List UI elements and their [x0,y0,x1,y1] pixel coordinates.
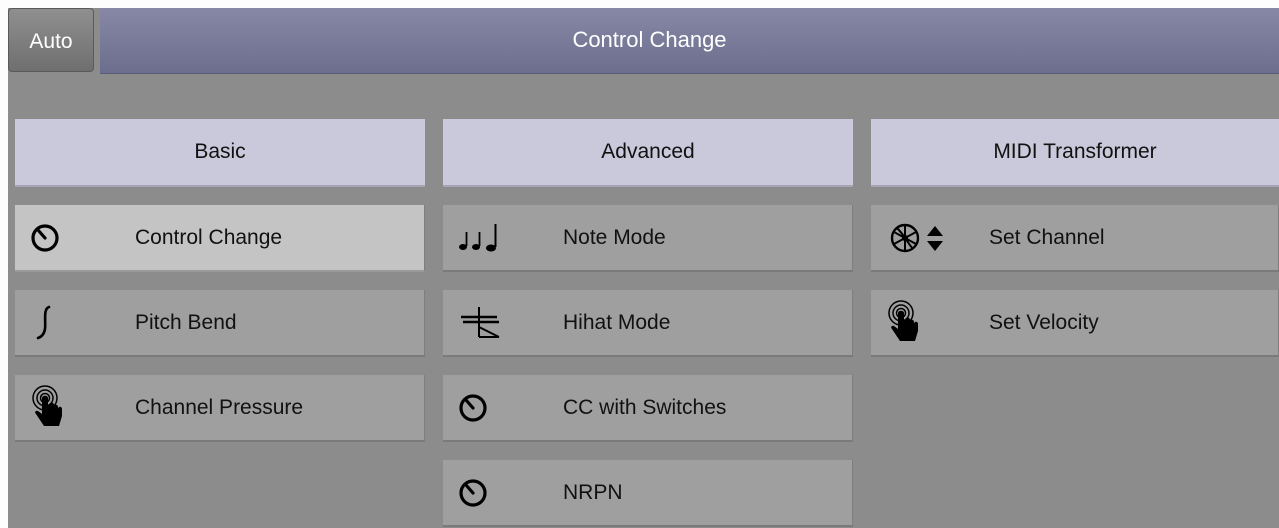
note-mode-button[interactable]: Note Mode [443,205,853,272]
knob-icon [457,375,517,440]
tab-basic[interactable]: Basic [15,119,425,187]
touch-pressure-icon [29,375,89,440]
tab-midi-transformer[interactable]: MIDI Transformer [871,119,1279,187]
nrpn-label: NRPN [563,480,623,504]
set-velocity-button[interactable]: Set Velocity [871,290,1279,357]
nrpn-button[interactable]: NRPN [443,460,853,527]
channel-select-icon [885,205,965,270]
set-channel-button[interactable]: Set Channel [871,205,1279,272]
set-channel-label: Set Channel [989,225,1105,249]
page-title-text: Control Change [572,27,727,52]
pitch-bend-label: Pitch Bend [135,310,237,334]
auto-button[interactable]: Auto [8,8,94,72]
notes-icon [457,205,517,270]
channel-pressure-label: Channel Pressure [135,395,304,419]
cc-with-switches-label: CC with Switches [563,395,727,419]
column-advanced: Advanced Note Mode Hihat Mode CC with Sw… [443,119,853,527]
note-mode-label: Note Mode [563,225,666,249]
column-basic: Basic Control Change Pitch Bend Channel … [15,119,425,442]
hihat-icon [457,290,517,355]
cc-with-switches-button[interactable]: CC with Switches [443,375,853,442]
control-change-button[interactable]: Control Change [15,205,425,272]
pitch-bend-button[interactable]: Pitch Bend [15,290,425,357]
column-midi-transformer: MIDI Transformer Set Channel Set Velocit… [871,119,1279,357]
hihat-mode-button[interactable]: Hihat Mode [443,290,853,357]
touch-pressure-icon [885,290,945,355]
pitch-bend-icon [29,290,89,355]
channel-pressure-button[interactable]: Channel Pressure [15,375,425,442]
set-velocity-label: Set Velocity [989,310,1099,334]
knob-icon [457,460,517,525]
control-change-label: Control Change [135,225,283,249]
page-title: Control Change [100,8,1279,74]
hihat-mode-label: Hihat Mode [563,310,671,334]
tab-advanced[interactable]: Advanced [443,119,853,187]
knob-icon [29,205,89,270]
